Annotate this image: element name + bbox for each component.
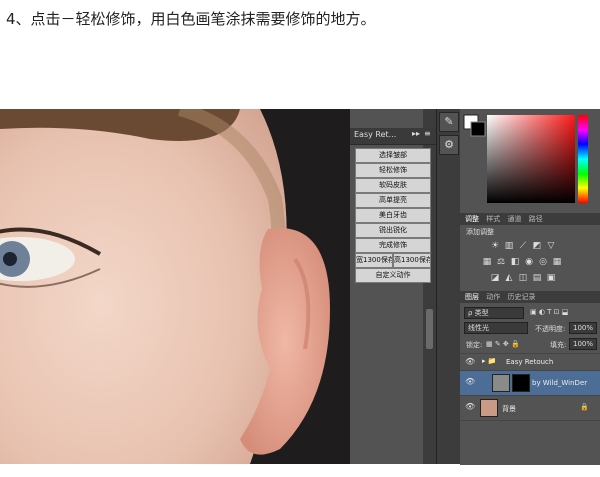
black-white-icon[interactable]: ◧ (510, 257, 520, 267)
mask-thumbnail (512, 374, 530, 392)
channel-mixer-icon[interactable]: ◎ (538, 257, 548, 267)
photo-filter-icon[interactable]: ◉ (524, 257, 534, 267)
fill-field[interactable]: 100% (569, 338, 597, 350)
action-button-sharpen[interactable]: 锐出锐化 (355, 223, 431, 238)
vibrance-icon[interactable]: ▽ (546, 241, 556, 251)
action-button-easy-retouch[interactable]: 轻松修饰 (355, 163, 431, 178)
action-button-soften-skin[interactable]: 软码皮肤 (355, 178, 431, 193)
panel-menu-icon[interactable]: ≡ (424, 129, 431, 138)
photo-canvas[interactable] (0, 109, 350, 464)
brightness-icon[interactable]: ☀ (490, 241, 500, 251)
layer-row-group[interactable]: 👁 ▸ 📁 Easy Retouch (460, 353, 600, 370)
actions-gear-icon[interactable]: ⚙ (439, 135, 459, 155)
collapsed-tool-strip (436, 109, 461, 464)
opacity-label: 不透明度: (535, 325, 566, 333)
layer-filter-select[interactable]: ρ 类型 (464, 307, 524, 319)
tab-layers[interactable]: 图层 (465, 291, 479, 303)
filter-icons[interactable]: ▣ ◐ T ⊡ ⬓ (530, 308, 568, 316)
hue-saturation-icon[interactable]: ▦ (482, 257, 492, 267)
tab-adjustments[interactable]: 调整 (465, 213, 479, 225)
layer-row-background[interactable]: 👁 背景 🔒 (460, 395, 600, 420)
tab-paths[interactable]: 路径 (529, 213, 543, 225)
action-button-highlight[interactable]: 高单提亮 (355, 193, 431, 208)
scrollbar-thumb[interactable] (426, 309, 433, 349)
action-button-finish[interactable]: 完成修饰 (355, 238, 431, 253)
tab-actions[interactable]: 动作 (486, 291, 500, 303)
folder-icon: ▸ 📁 (482, 357, 497, 365)
action-button-custom[interactable]: 自定义动作 (355, 268, 431, 283)
invert-icon[interactable]: ◪ (490, 273, 500, 283)
actions-panel-title: Easy Ret... (354, 130, 397, 139)
color-balance-icon[interactable]: ⚖ (496, 257, 506, 267)
color-picker[interactable] (462, 111, 598, 211)
opacity-field[interactable]: 100% (569, 322, 597, 334)
threshold-icon[interactable]: ◫ (518, 273, 528, 283)
action-button-whiten-teeth[interactable]: 美白牙齿 (355, 208, 431, 223)
posterize-icon[interactable]: ◭ (504, 273, 514, 283)
lock-icons[interactable]: ▦ ✎ ✥ 🔒 (486, 340, 520, 348)
visibility-eye-icon[interactable]: 👁 (465, 402, 475, 411)
tutorial-caption: 4、点击－轻松修饰，用白色画笔涂抹需要修饰的地方。 (6, 10, 376, 28)
layer-thumbnail (492, 374, 510, 392)
lock-label: 锁定: (466, 341, 483, 349)
adjustments-tab-row: 调整 样式 通道 路径 (460, 213, 600, 225)
add-adjustment-label: 添加调整 (466, 228, 494, 236)
layer-name: by Wild_WinDer (532, 379, 588, 387)
layers-empty-area (460, 420, 600, 465)
actions-panel-header[interactable]: Easy Ret... ▸▸ ≡ (350, 128, 436, 145)
exposure-icon[interactable]: ◩ (532, 241, 542, 251)
action-button-save-height[interactable]: 高1300保存 (393, 253, 431, 268)
color-lookup-icon[interactable]: ▦ (552, 257, 562, 267)
levels-icon[interactable]: ▥ (504, 241, 514, 251)
tab-styles[interactable]: 样式 (486, 213, 500, 225)
visibility-eye-icon[interactable]: 👁 (465, 377, 475, 386)
action-button-save-width[interactable]: 宽1300保存 (355, 253, 393, 268)
layer-name: 背景 (502, 405, 516, 413)
history-brush-icon[interactable]: ✎ (439, 112, 459, 132)
tab-channels[interactable]: 通道 (507, 213, 521, 225)
curves-icon[interactable]: ⟋ (518, 241, 528, 251)
layer-thumbnail (480, 399, 498, 417)
layer-row-selected[interactable]: 👁 by Wild_WinDer (460, 370, 600, 395)
visibility-eye-icon[interactable]: 👁 (465, 357, 475, 366)
group-name: Easy Retouch (506, 358, 554, 366)
fill-label: 填充: (550, 341, 567, 349)
expand-arrows-icon[interactable]: ▸▸ (412, 129, 420, 138)
tab-history[interactable]: 历史记录 (507, 291, 535, 303)
lock-icon: 🔒 (580, 403, 589, 411)
action-button-select[interactable]: 选择皱部 (355, 148, 431, 163)
blend-mode-select[interactable]: 线性光 (464, 322, 528, 334)
selective-color-icon[interactable]: ▣ (546, 273, 556, 283)
gradient-map-icon[interactable]: ▤ (532, 273, 542, 283)
layers-tab-row: 图层 动作 历史记录 (460, 291, 600, 303)
